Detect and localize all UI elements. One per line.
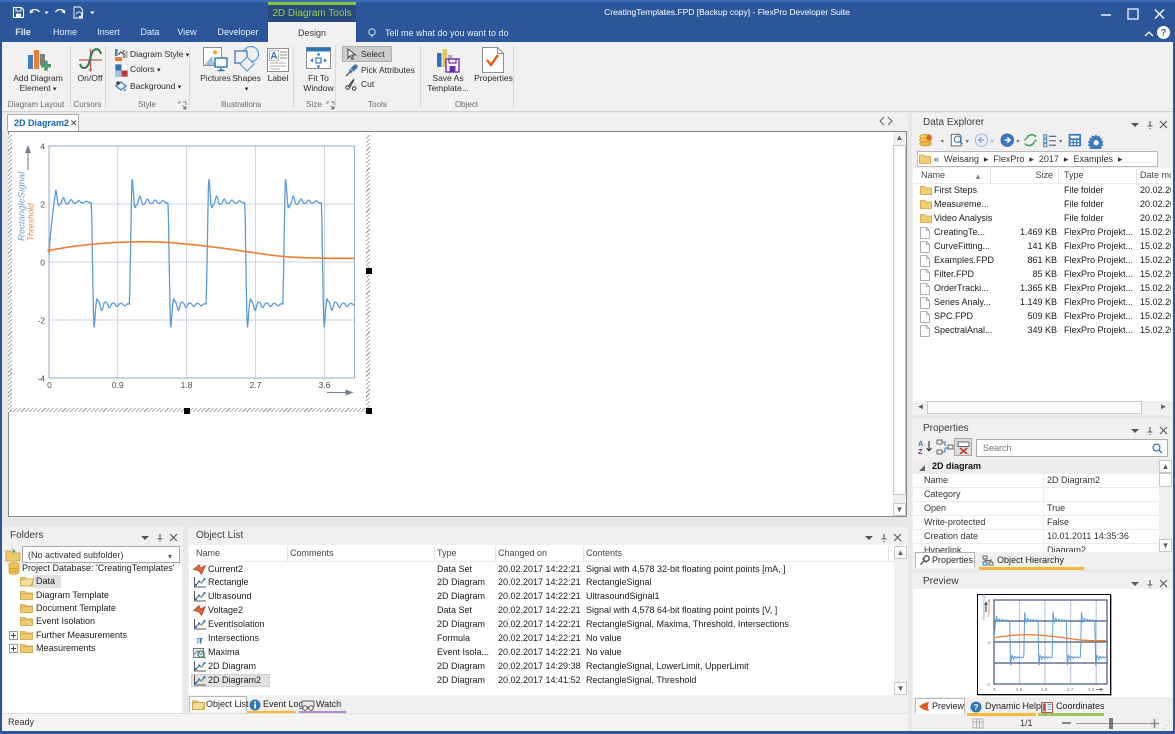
svg-text:1.8: 1.8 [1041,687,1048,692]
svg-text:0: 0 [40,258,45,268]
svg-text:π: π [196,633,203,645]
svg-text:0: 0 [988,640,991,645]
svg-text:2.7: 2.7 [250,380,262,390]
svg-text:3.6: 3.6 [1088,687,1095,692]
svg-text:0.9: 0.9 [1016,687,1023,692]
svg-text:-2: -2 [37,316,45,326]
svg-text:0: 0 [993,687,996,692]
svg-text:3.6: 3.6 [319,380,331,390]
svg-text:?: ? [973,702,978,712]
svg-text:2.7: 2.7 [1067,687,1074,692]
svg-text:-4: -4 [986,682,990,687]
svg-text:-4: -4 [37,374,45,384]
svg-text:Z: Z [918,447,923,456]
svg-text:0.9: 0.9 [112,380,124,390]
svg-text:0: 0 [47,380,52,390]
svg-text:1.8: 1.8 [181,380,193,390]
svg-text:?: ? [1161,28,1167,38]
svg-text:2: 2 [40,200,45,210]
svg-text:A: A [270,51,277,62]
svg-text:Threshold: Threshold [26,203,36,241]
svg-text:4: 4 [40,142,45,152]
